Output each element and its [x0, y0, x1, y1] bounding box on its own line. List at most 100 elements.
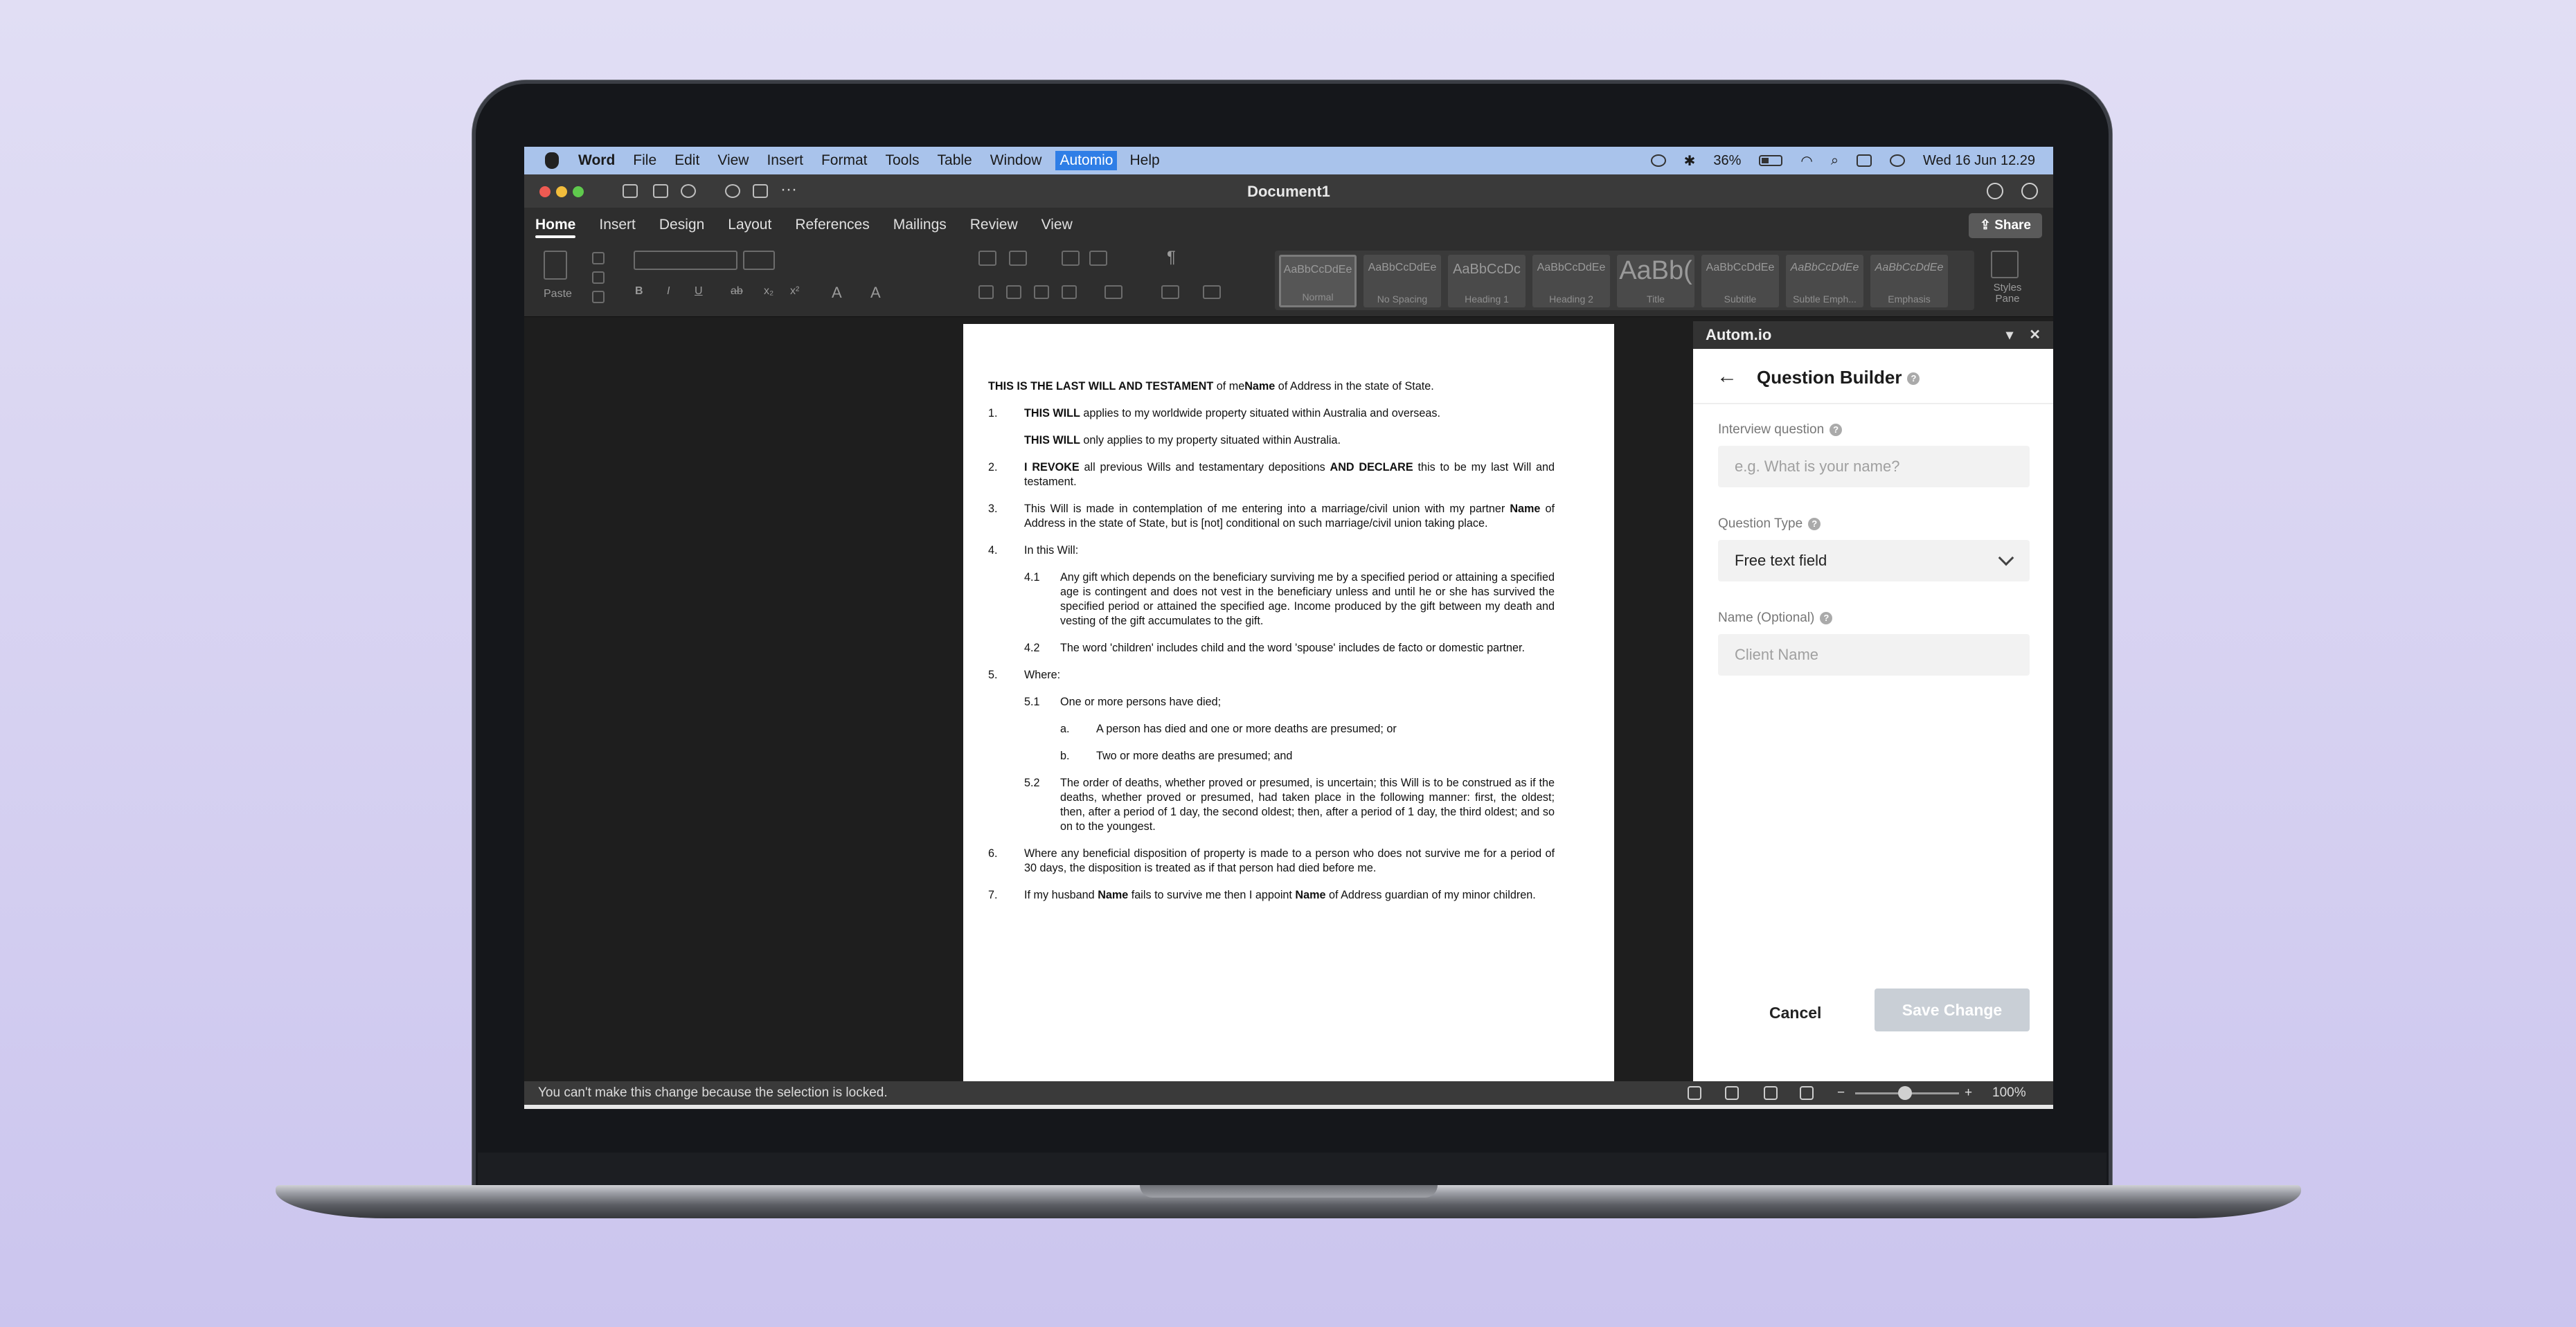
- status-eye-icon[interactable]: [1650, 154, 1666, 167]
- tab-design[interactable]: Design: [659, 208, 704, 242]
- style-subtitle[interactable]: AaBbCcDdEe Subtitle: [1701, 255, 1779, 307]
- wifi-icon[interactable]: ◠: [1800, 152, 1812, 170]
- font-name-select[interactable]: [634, 251, 737, 270]
- style-no-spacing[interactable]: AaBbCcDdEe No Spacing: [1363, 255, 1441, 307]
- numbering-icon[interactable]: [1009, 251, 1027, 266]
- menu-tools[interactable]: Tools: [886, 152, 920, 169]
- bold-icon[interactable]: B: [635, 285, 643, 298]
- style-emphasis[interactable]: AaBbCcDdEe Emphasis: [1870, 255, 1948, 307]
- help-icon[interactable]: ?: [1830, 423, 1843, 436]
- superscript-icon[interactable]: x²: [790, 285, 799, 298]
- zoom-out-icon[interactable]: −: [1837, 1081, 1845, 1105]
- align-right-icon[interactable]: [1034, 285, 1049, 299]
- feedback-smiley-icon[interactable]: [2021, 183, 2038, 199]
- menu-word[interactable]: Word: [578, 152, 615, 169]
- document-page[interactable]: THIS IS THE LAST WILL AND TESTAMENT of m…: [963, 324, 1614, 1081]
- bluetooth-icon[interactable]: ✱: [1684, 152, 1696, 170]
- tab-home[interactable]: Home: [535, 208, 576, 242]
- decrease-indent-icon[interactable]: [1062, 251, 1080, 266]
- line-spacing-icon[interactable]: [1104, 285, 1122, 299]
- tab-references[interactable]: References: [795, 208, 869, 242]
- clause-4: 4. In this Will:: [988, 544, 1079, 557]
- format-painter-icon[interactable]: [592, 291, 605, 303]
- tab-review[interactable]: Review: [970, 208, 1018, 242]
- style-name: Heading 1: [1465, 294, 1509, 305]
- subscript-icon[interactable]: x₂: [764, 285, 773, 298]
- control-center-icon[interactable]: [1857, 154, 1872, 167]
- italic-icon[interactable]: I: [667, 285, 670, 298]
- draft-view-icon[interactable]: [1800, 1086, 1814, 1100]
- outline-view-icon[interactable]: [1764, 1086, 1778, 1100]
- menu-format[interactable]: Format: [821, 152, 868, 169]
- save-change-button[interactable]: Save Change: [1875, 989, 2030, 1031]
- clause-7: 7. If my husband Name fails to survive me…: [988, 889, 1536, 901]
- menu-file[interactable]: File: [633, 152, 656, 169]
- panel-close-icon[interactable]: ✕: [2029, 321, 2041, 349]
- search-icon[interactable]: [1987, 183, 2003, 199]
- zoom-in-icon[interactable]: +: [1965, 1081, 1972, 1105]
- cancel-button[interactable]: Cancel: [1769, 1004, 1821, 1022]
- font-color-icon[interactable]: A: [870, 284, 881, 302]
- tab-view[interactable]: View: [1041, 208, 1073, 242]
- styles-pane-icon[interactable]: [1991, 251, 2019, 278]
- paste-icon[interactable]: [544, 251, 567, 280]
- name-optional-input[interactable]: Client Name: [1718, 634, 2030, 676]
- spotlight-icon[interactable]: ⌕: [1831, 153, 1839, 169]
- menu-edit[interactable]: Edit: [674, 152, 699, 169]
- style-subtle-emphasis[interactable]: AaBbCcDdEe Subtle Emph...: [1786, 255, 1863, 307]
- menu-window[interactable]: Window: [990, 152, 1042, 169]
- borders-icon[interactable]: [1203, 285, 1221, 299]
- web-layout-icon[interactable]: [1725, 1086, 1739, 1100]
- tab-layout[interactable]: Layout: [728, 208, 771, 242]
- apple-icon[interactable]: [545, 152, 559, 169]
- copy-icon[interactable]: [592, 271, 605, 284]
- font-size-select[interactable]: [743, 251, 775, 270]
- print-layout-icon[interactable]: [1688, 1086, 1701, 1100]
- help-icon[interactable]: ?: [1820, 611, 1833, 624]
- zoom-level[interactable]: 100%: [1992, 1081, 2026, 1105]
- back-arrow-icon[interactable]: ←: [1717, 366, 1737, 387]
- justify-icon[interactable]: [1062, 285, 1077, 299]
- status-message: You can't make this change because the s…: [538, 1085, 888, 1100]
- question-type-select[interactable]: Free text field: [1718, 540, 2030, 581]
- style-sample: AaBbCcDdEe: [1706, 262, 1775, 273]
- battery-icon[interactable]: [1759, 155, 1783, 166]
- menu-automio[interactable]: Automio: [1055, 151, 1118, 170]
- pilcrow-icon[interactable]: ¶: [1167, 248, 1176, 267]
- help-icon[interactable]: ?: [1907, 372, 1920, 386]
- style-heading-2[interactable]: AaBbCcDdEe Heading 2: [1532, 255, 1610, 307]
- panel-menu-chevron-icon[interactable]: ▾: [2006, 321, 2013, 349]
- menu-help[interactable]: Help: [1129, 152, 1159, 169]
- menu-table[interactable]: Table: [938, 152, 972, 169]
- underline-icon[interactable]: U: [695, 285, 703, 298]
- clause-4-1: 4.1 Any gift which depends on the benefic…: [1024, 571, 1555, 627]
- text-effects-icon[interactable]: A: [832, 284, 842, 302]
- siri-icon[interactable]: [1890, 154, 1906, 167]
- menu-datetime[interactable]: Wed 16 Jun 12.29: [1923, 153, 2035, 169]
- clause-3: 3. This Will is made in contemplation of …: [988, 503, 1555, 530]
- style-heading-1[interactable]: AaBbCcDc Heading 1: [1448, 255, 1526, 307]
- menu-insert[interactable]: Insert: [767, 152, 803, 169]
- shading-icon[interactable]: [1161, 285, 1179, 299]
- style-title[interactable]: AaBb(Title: [1617, 255, 1694, 307]
- document-canvas: THIS IS THE LAST WILL AND TESTAMENT of m…: [524, 317, 1694, 1081]
- zoom-slider-thumb[interactable]: [1898, 1086, 1912, 1100]
- align-center-icon[interactable]: [1006, 285, 1021, 299]
- styles-pane-label[interactable]: Styles Pane: [1985, 282, 2030, 305]
- style-name: Title: [1647, 294, 1665, 305]
- tab-insert[interactable]: Insert: [599, 208, 636, 242]
- style-name: Normal: [1302, 291, 1334, 303]
- increase-indent-icon[interactable]: [1089, 251, 1107, 266]
- style-sample: AaBbCcDdEe: [1537, 262, 1606, 273]
- bullets-icon[interactable]: [978, 251, 996, 266]
- menu-view[interactable]: View: [717, 152, 749, 169]
- help-icon[interactable]: ?: [1808, 517, 1821, 530]
- align-left-icon[interactable]: [978, 285, 994, 299]
- tab-mailings[interactable]: Mailings: [893, 208, 947, 242]
- strikethrough-icon[interactable]: ab: [731, 285, 743, 298]
- style-normal[interactable]: AaBbCcDdEe Normal: [1279, 255, 1357, 307]
- cut-icon[interactable]: [592, 252, 605, 264]
- interview-question-input[interactable]: e.g. What is your name?: [1718, 446, 2030, 487]
- interview-question-label: Interview question?: [1718, 422, 1843, 437]
- share-button[interactable]: ⇪ Share: [1968, 213, 2042, 238]
